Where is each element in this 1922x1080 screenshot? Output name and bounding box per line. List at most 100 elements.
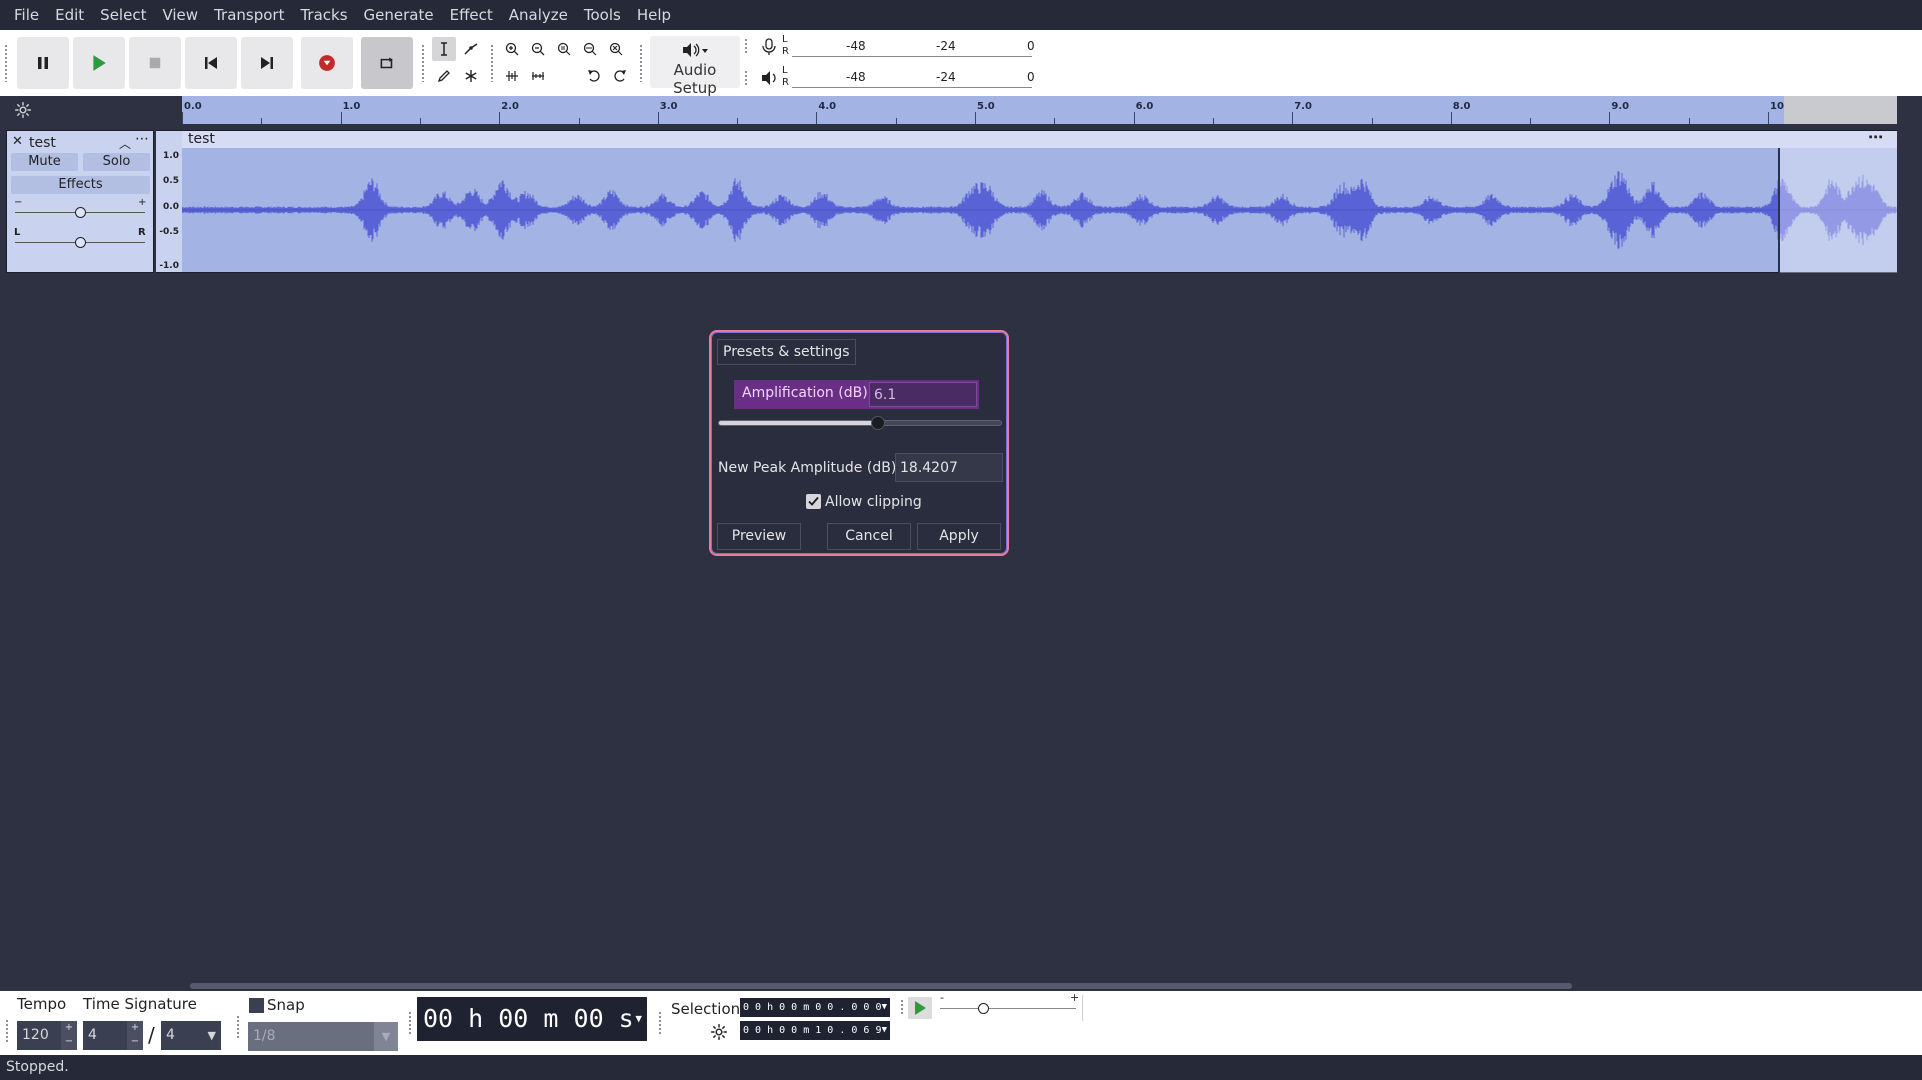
timeline-ruler[interactable]: 0.0 1.0 2.0 3.0 4.0 5.0 6.0 7.0 8.0 9.0 10.0 bbox=[182, 96, 1795, 124]
ts-numerator-stepper[interactable]: + − bbox=[127, 1021, 143, 1050]
zoom-toggle-button[interactable] bbox=[604, 37, 628, 61]
trim-button[interactable] bbox=[500, 64, 524, 88]
audio-setup-button[interactable]: Audio Setup bbox=[650, 36, 740, 97]
preview-button[interactable]: Preview bbox=[717, 523, 801, 550]
volume-slider-knob[interactable] bbox=[75, 207, 86, 218]
play-icon bbox=[915, 1001, 926, 1015]
skip-to-start-button[interactable] bbox=[185, 37, 237, 89]
clip-menu-icon[interactable]: ⋯ bbox=[1868, 128, 1883, 146]
stop-button[interactable] bbox=[129, 37, 181, 89]
menu-analyze[interactable]: Analyze bbox=[501, 0, 576, 30]
ruler-minor-tick bbox=[1212, 118, 1214, 124]
toolbar-grip[interactable] bbox=[4, 44, 8, 82]
zoom-in-button[interactable] bbox=[500, 37, 524, 61]
record-button[interactable] bbox=[301, 37, 353, 89]
allow-clipping-checkbox[interactable] bbox=[806, 494, 821, 509]
play-meter-grip[interactable] bbox=[744, 70, 748, 86]
apply-button[interactable]: Apply bbox=[917, 523, 1001, 550]
menu-help[interactable]: Help bbox=[629, 0, 679, 30]
silence-button[interactable] bbox=[526, 64, 550, 88]
loop-button[interactable] bbox=[361, 37, 413, 89]
edit-grip[interactable] bbox=[490, 44, 494, 82]
playback-speed-slider[interactable] bbox=[940, 1008, 1076, 1009]
amplification-input[interactable] bbox=[869, 382, 977, 407]
scale-label: 0.5 bbox=[163, 176, 179, 186]
ruler-minor-tick bbox=[895, 118, 897, 124]
track-name[interactable]: test bbox=[29, 135, 56, 151]
menu-edit[interactable]: Edit bbox=[47, 0, 92, 30]
menu-tracks[interactable]: Tracks bbox=[292, 0, 355, 30]
selection-options-button[interactable] bbox=[710, 1023, 728, 1045]
horizontal-scrollbar[interactable] bbox=[190, 983, 1572, 989]
selection-start-input[interactable]: 0 0 h 0 0 m 0 0 . 0 0 0 s ▼ bbox=[740, 998, 890, 1032]
waveform bbox=[182, 171, 1897, 249]
fit-selection-button[interactable] bbox=[552, 37, 576, 61]
gear-icon bbox=[15, 102, 31, 118]
playback-meter[interactable]: L R -48 -24 0 bbox=[760, 65, 1035, 91]
skip-to-end-button[interactable] bbox=[241, 37, 293, 89]
clip-header[interactable]: test ⋯ bbox=[182, 128, 1897, 148]
pan-slider-knob[interactable] bbox=[75, 237, 86, 248]
ts-denominator-select[interactable]: 4 ▼ bbox=[161, 1021, 221, 1050]
selection-tool[interactable] bbox=[432, 37, 456, 61]
snap-checkbox[interactable] bbox=[249, 998, 264, 1013]
play-at-speed-button[interactable] bbox=[908, 997, 932, 1019]
selection-end-input[interactable]: 0 0 h 0 0 m 1 0 . 0 6 9 s ▼ bbox=[740, 1021, 890, 1055]
draw-tool[interactable] bbox=[432, 64, 456, 88]
menu-generate[interactable]: Generate bbox=[356, 0, 442, 30]
snap-label[interactable]: Snap bbox=[267, 996, 305, 1014]
amplification-slider[interactable] bbox=[718, 416, 1002, 430]
scale-label: -0.5 bbox=[159, 227, 179, 237]
allow-clipping-label[interactable]: Allow clipping bbox=[825, 494, 922, 510]
trim-icon bbox=[506, 71, 518, 81]
collapse-track-icon[interactable]: ︿ bbox=[119, 135, 131, 152]
timeline-options-button[interactable] bbox=[14, 101, 32, 123]
time-grip[interactable] bbox=[408, 1011, 412, 1035]
vertical-scale[interactable]: 1.0 0.5 0.0 -0.5 -1.0 bbox=[156, 130, 182, 273]
amplification-slider-thumb[interactable] bbox=[871, 416, 886, 430]
menu-tools[interactable]: Tools bbox=[576, 0, 629, 30]
tempo-stepper[interactable]: + − bbox=[61, 1021, 77, 1050]
audio-setup-grip[interactable] bbox=[639, 44, 643, 82]
undo-button[interactable] bbox=[582, 64, 606, 88]
waveform-area[interactable] bbox=[182, 148, 1897, 273]
ruler-major-tick bbox=[499, 112, 501, 124]
peak-amplitude-input[interactable] bbox=[895, 453, 1003, 482]
record-meter-grip[interactable] bbox=[744, 38, 748, 54]
menu-transport[interactable]: Transport bbox=[206, 0, 292, 30]
time-signature-grip[interactable] bbox=[5, 1019, 9, 1043]
mute-button[interactable]: Mute bbox=[11, 153, 78, 171]
track-menu-icon[interactable]: ⋯ bbox=[135, 131, 149, 147]
tools-grip[interactable] bbox=[421, 44, 425, 82]
playback-speed-knob[interactable] bbox=[978, 1003, 989, 1014]
status-text: Stopped. bbox=[6, 1059, 69, 1075]
selection-grip[interactable] bbox=[658, 1011, 662, 1035]
snap-select[interactable]: 1/8 ▼ bbox=[248, 1022, 398, 1051]
play-button[interactable] bbox=[73, 37, 125, 89]
zoom-out-button[interactable] bbox=[526, 37, 550, 61]
presets-settings-button[interactable]: Presets & settings bbox=[717, 339, 856, 365]
menu-select[interactable]: Select bbox=[92, 0, 154, 30]
cancel-button[interactable]: Cancel bbox=[827, 523, 911, 550]
time-display[interactable]: 00 h 00 m 00 s ▼ bbox=[417, 997, 647, 1041]
multi-tool[interactable] bbox=[459, 64, 483, 88]
effects-button[interactable]: Effects bbox=[11, 176, 150, 194]
redo-button[interactable] bbox=[608, 64, 632, 88]
solo-button[interactable]: Solo bbox=[83, 153, 150, 171]
envelope-tool[interactable] bbox=[459, 37, 483, 61]
menu-effect[interactable]: Effect bbox=[442, 0, 501, 30]
playback-meter-scale: -48 -24 0 bbox=[784, 65, 1035, 91]
ruler-label: 9.0 bbox=[1611, 101, 1630, 112]
play-at-speed-grip[interactable] bbox=[900, 999, 904, 1015]
track-control-panel[interactable]: ✕ test ︿ ⋯ Mute Solo Effects − + L R bbox=[6, 130, 154, 273]
pause-button[interactable] bbox=[17, 37, 69, 89]
fit-project-button[interactable] bbox=[578, 37, 602, 61]
i-beam-icon bbox=[441, 42, 447, 56]
record-meter[interactable]: L R -48 -24 0 bbox=[760, 34, 1035, 60]
close-track-icon[interactable]: ✕ bbox=[12, 134, 23, 149]
menu-view[interactable]: View bbox=[154, 0, 206, 30]
menu-file[interactable]: File bbox=[6, 0, 47, 30]
snap-grip[interactable] bbox=[236, 1015, 240, 1039]
zoom-in-icon bbox=[505, 42, 519, 56]
selection-label: Selection bbox=[671, 1000, 741, 1018]
